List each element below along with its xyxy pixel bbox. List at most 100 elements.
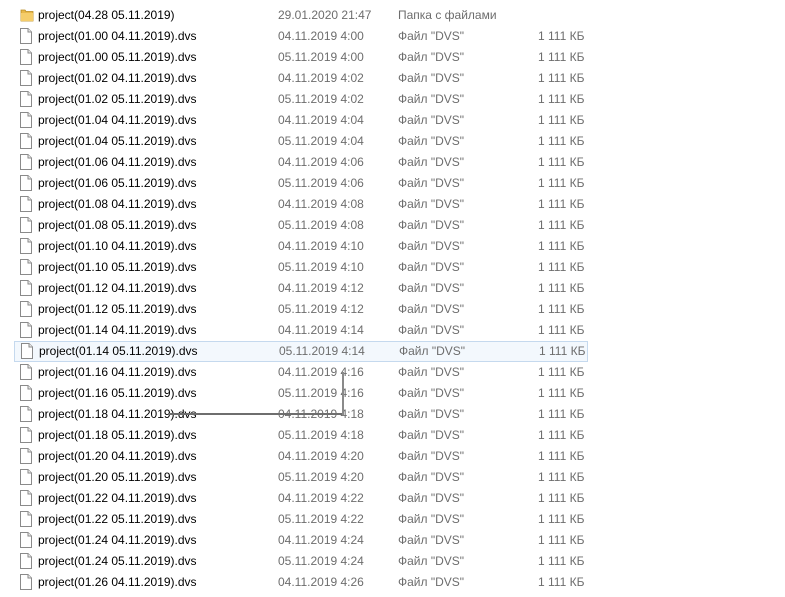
file-name: project(01.08 04.11.2019).dvs bbox=[38, 197, 197, 211]
file-size: 1 111 КБ bbox=[538, 176, 585, 190]
file-icon bbox=[20, 70, 32, 86]
file-row[interactable]: project(01.00 04.11.2019).dvs 04.11.2019… bbox=[0, 26, 785, 47]
file-size: 1 111 КБ bbox=[538, 428, 585, 442]
file-size: 1 111 КБ bbox=[538, 281, 585, 295]
file-date-modified: 04.11.2019 4:02 bbox=[278, 71, 364, 85]
file-name: project(01.26 04.11.2019).dvs bbox=[38, 575, 197, 589]
file-date-modified: 04.11.2019 4:08 bbox=[278, 197, 364, 211]
file-type: Папка с файлами bbox=[398, 8, 497, 22]
file-date-modified: 29.01.2020 21:47 bbox=[278, 8, 372, 22]
file-size: 1 111 КБ bbox=[538, 386, 585, 400]
file-name: project(01.22 05.11.2019).dvs bbox=[38, 512, 197, 526]
file-row[interactable]: project(01.20 05.11.2019).dvs 05.11.2019… bbox=[0, 467, 785, 488]
file-date-modified: 04.11.2019 4:06 bbox=[278, 155, 364, 169]
file-name: project(01.00 05.11.2019).dvs bbox=[38, 50, 197, 64]
file-size: 1 111 КБ bbox=[538, 92, 585, 106]
file-type: Файл "DVS" bbox=[398, 134, 465, 148]
file-type: Файл "DVS" bbox=[398, 113, 465, 127]
file-type: Файл "DVS" bbox=[398, 428, 465, 442]
file-size: 1 111 КБ bbox=[538, 29, 585, 43]
file-row[interactable]: project(01.18 05.11.2019).dvs 05.11.2019… bbox=[0, 425, 785, 446]
file-row[interactable]: project(01.10 05.11.2019).dvs 05.11.2019… bbox=[0, 257, 785, 278]
file-size: 1 111 КБ bbox=[538, 50, 585, 64]
file-name: project(01.24 04.11.2019).dvs bbox=[38, 533, 197, 547]
file-type: Файл "DVS" bbox=[398, 575, 465, 589]
file-type: Файл "DVS" bbox=[398, 407, 465, 421]
file-row[interactable]: project(01.20 04.11.2019).dvs 04.11.2019… bbox=[0, 446, 785, 467]
file-date-modified: 05.11.2019 4:14 bbox=[279, 344, 365, 358]
file-row[interactable]: project(01.02 04.11.2019).dvs 04.11.2019… bbox=[0, 68, 785, 89]
file-row[interactable]: project(01.00 05.11.2019).dvs 05.11.2019… bbox=[0, 47, 785, 68]
file-row[interactable]: project(01.04 05.11.2019).dvs 05.11.2019… bbox=[0, 131, 785, 152]
file-row[interactable]: project(01.06 05.11.2019).dvs 05.11.2019… bbox=[0, 173, 785, 194]
file-row[interactable]: project(01.04 04.11.2019).dvs 04.11.2019… bbox=[0, 110, 785, 131]
file-type: Файл "DVS" bbox=[398, 50, 465, 64]
file-icon bbox=[20, 322, 32, 338]
file-name: project(01.02 05.11.2019).dvs bbox=[38, 92, 197, 106]
file-row[interactable]: project(01.16 04.11.2019).dvs 04.11.2019… bbox=[0, 362, 785, 383]
file-date-modified: 05.11.2019 4:18 bbox=[278, 428, 364, 442]
file-icon bbox=[20, 259, 32, 275]
file-name: project(01.20 04.11.2019).dvs bbox=[38, 449, 197, 463]
file-type: Файл "DVS" bbox=[398, 239, 465, 253]
file-date-modified: 04.11.2019 4:14 bbox=[278, 323, 364, 337]
file-type: Файл "DVS" bbox=[398, 386, 465, 400]
file-row[interactable]: project(01.22 05.11.2019).dvs 05.11.2019… bbox=[0, 509, 785, 530]
file-row[interactable]: project(01.16 05.11.2019).dvs 05.11.2019… bbox=[0, 383, 785, 404]
file-icon bbox=[20, 469, 32, 485]
file-row[interactable]: project(01.08 04.11.2019).dvs 04.11.2019… bbox=[0, 194, 785, 215]
file-size: 1 111 КБ bbox=[538, 323, 585, 337]
file-name: project(01.04 04.11.2019).dvs bbox=[38, 113, 197, 127]
file-size: 1 111 КБ bbox=[538, 134, 585, 148]
file-size: 1 111 КБ bbox=[538, 554, 585, 568]
file-name: project(01.10 05.11.2019).dvs bbox=[38, 260, 197, 274]
file-row[interactable]: project(01.18 04.11.2019).dvs 04.11.2019… bbox=[0, 404, 785, 425]
file-icon bbox=[20, 49, 32, 65]
file-row[interactable]: project(01.26 04.11.2019).dvs 04.11.2019… bbox=[0, 572, 785, 593]
file-size: 1 111 КБ bbox=[538, 71, 585, 85]
file-name: project(01.24 05.11.2019).dvs bbox=[38, 554, 197, 568]
file-row[interactable]: project(01.12 05.11.2019).dvs 05.11.2019… bbox=[0, 299, 785, 320]
file-icon bbox=[21, 343, 33, 359]
file-size: 1 111 КБ bbox=[538, 470, 585, 484]
file-type: Файл "DVS" bbox=[399, 344, 466, 358]
file-icon bbox=[20, 133, 32, 149]
file-row[interactable]: project(01.14 05.11.2019).dvs 05.11.2019… bbox=[14, 341, 588, 362]
file-icon bbox=[20, 574, 32, 590]
file-size: 1 111 КБ bbox=[538, 407, 585, 421]
file-type: Файл "DVS" bbox=[398, 281, 465, 295]
file-date-modified: 05.11.2019 4:08 bbox=[278, 218, 364, 232]
file-icon bbox=[20, 154, 32, 170]
file-row[interactable]: project(01.12 04.11.2019).dvs 04.11.2019… bbox=[0, 278, 785, 299]
file-name: project(04.28 05.11.2019) bbox=[38, 8, 175, 22]
drag-line-vertical bbox=[342, 372, 344, 415]
file-name: project(01.06 05.11.2019).dvs bbox=[38, 176, 197, 190]
file-row[interactable]: project(01.08 05.11.2019).dvs 05.11.2019… bbox=[0, 215, 785, 236]
file-icon bbox=[20, 112, 32, 128]
file-type: Файл "DVS" bbox=[398, 365, 465, 379]
file-row[interactable]: project(01.24 05.11.2019).dvs 05.11.2019… bbox=[0, 551, 785, 572]
file-row[interactable]: project(01.14 04.11.2019).dvs 04.11.2019… bbox=[0, 320, 785, 341]
file-row[interactable]: project(01.22 04.11.2019).dvs 04.11.2019… bbox=[0, 488, 785, 509]
file-type: Файл "DVS" bbox=[398, 155, 465, 169]
file-row[interactable]: project(01.24 04.11.2019).dvs 04.11.2019… bbox=[0, 530, 785, 551]
file-name: project(01.12 04.11.2019).dvs bbox=[38, 281, 197, 295]
file-date-modified: 05.11.2019 4:16 bbox=[278, 386, 364, 400]
file-row[interactable]: project(01.06 04.11.2019).dvs 04.11.2019… bbox=[0, 152, 785, 173]
file-date-modified: 04.11.2019 4:12 bbox=[278, 281, 364, 295]
file-type: Файл "DVS" bbox=[398, 176, 465, 190]
file-row[interactable]: project(01.10 04.11.2019).dvs 04.11.2019… bbox=[0, 236, 785, 257]
file-size: 1 111 КБ bbox=[538, 491, 585, 505]
file-name: project(01.16 04.11.2019).dvs bbox=[38, 365, 197, 379]
file-date-modified: 04.11.2019 4:16 bbox=[278, 365, 364, 379]
file-icon bbox=[20, 280, 32, 296]
file-row[interactable]: project(04.28 05.11.2019) 29.01.2020 21:… bbox=[0, 5, 785, 26]
file-type: Файл "DVS" bbox=[398, 29, 465, 43]
file-size: 1 111 КБ bbox=[538, 239, 585, 253]
file-type: Файл "DVS" bbox=[398, 533, 465, 547]
file-date-modified: 04.11.2019 4:24 bbox=[278, 533, 364, 547]
file-icon bbox=[20, 175, 32, 191]
file-row[interactable]: project(01.02 05.11.2019).dvs 05.11.2019… bbox=[0, 89, 785, 110]
file-name: project(01.06 04.11.2019).dvs bbox=[38, 155, 197, 169]
file-size: 1 111 КБ bbox=[538, 218, 585, 232]
